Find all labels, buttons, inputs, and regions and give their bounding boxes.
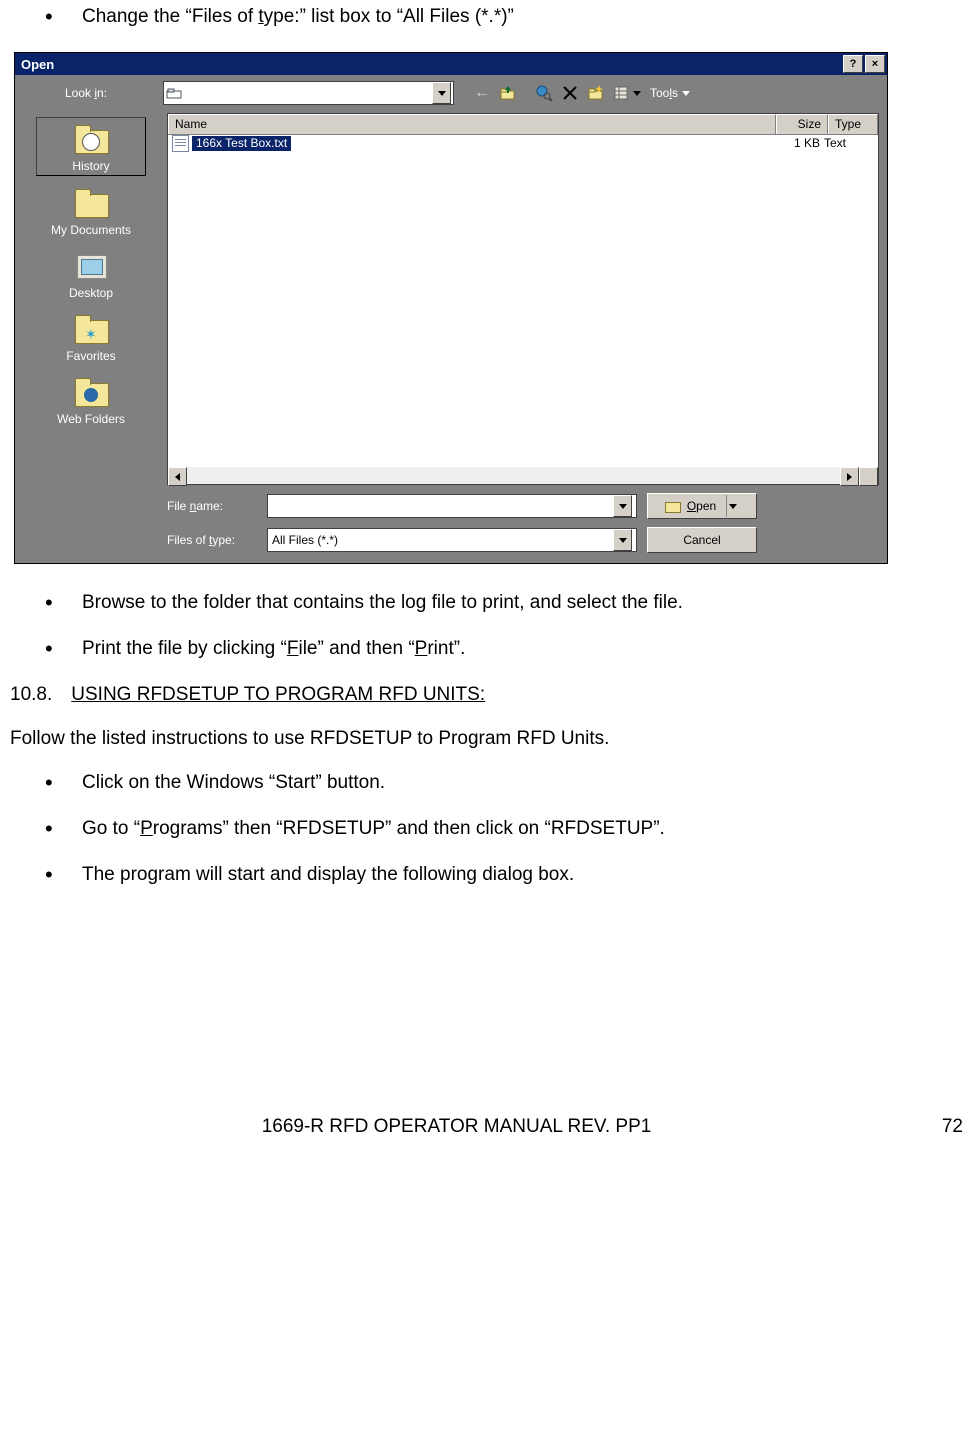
cancel-button[interactable]: Cancel (647, 527, 757, 553)
open-dialog: Open ? × Look in: ← (14, 52, 888, 564)
size-grip (859, 467, 878, 486)
col-name[interactable]: Name (168, 114, 776, 134)
bullet-item: Browse to the folder that contains the l… (45, 592, 963, 614)
file-list[interactable]: Name Size Type 166x Test Box.txt 1 KB Te… (167, 113, 879, 485)
toolbar-buttons: ← Tools (470, 82, 694, 104)
tools-menu[interactable]: Tools (646, 82, 694, 104)
place-history[interactable]: History (36, 117, 146, 176)
bottom-bullets: Click on the Windows “Start” button. Go … (45, 772, 963, 886)
section-heading: 10.8. USING RFDSETUP TO PROGRAM RFD UNIT… (10, 684, 963, 706)
place-mydocuments[interactable]: My Documents (37, 182, 145, 239)
section-number: 10.8. (10, 684, 66, 706)
page-number: 72 (903, 1116, 963, 1138)
bullet-item: Print the file by clicking “File” and th… (45, 638, 963, 660)
views-button[interactable] (610, 82, 644, 104)
file-size: 1 KB (768, 136, 820, 150)
filename-label: File name: (167, 499, 257, 513)
place-label: Desktop (37, 286, 145, 300)
filetype-label: Files of type: (167, 533, 257, 547)
close-button[interactable]: × (865, 55, 885, 73)
filename-drop[interactable] (613, 495, 632, 517)
titlebar[interactable]: Open ? × (15, 53, 887, 75)
file-name[interactable]: 166x Test Box.txt (192, 136, 291, 151)
search-web-button[interactable] (532, 82, 556, 104)
place-desktop[interactable]: Desktop (37, 245, 145, 302)
footer-text: 1669-R RFD OPERATOR MANUAL REV. PP1 (10, 1116, 903, 1138)
bullet-item: Go to “Programs” then “RFDSETUP” and the… (45, 818, 963, 840)
dialog-title: Open (21, 57, 841, 72)
help-button[interactable]: ? (843, 55, 863, 73)
filetype-value: All Files (*.*) (272, 533, 338, 547)
delete-button[interactable] (558, 82, 582, 104)
lookin-combo[interactable] (163, 81, 454, 105)
lookin-drop[interactable] (432, 82, 451, 104)
place-label: My Documents (37, 223, 145, 237)
place-favorites[interactable]: ✶ Favorites (37, 308, 145, 365)
filetype-combo[interactable]: All Files (*.*) (267, 528, 637, 552)
back-button[interactable]: ← (470, 82, 494, 104)
horizontal-scrollbar[interactable] (168, 467, 878, 484)
file-row[interactable]: 166x Test Box.txt 1 KB Text (168, 135, 878, 151)
open-split[interactable] (726, 495, 739, 517)
col-type[interactable]: Type (828, 114, 878, 134)
filetype-row: Files of type: All Files (*.*) Cancel (167, 527, 879, 553)
place-webfolders[interactable]: Web Folders (37, 371, 145, 428)
top-bullets: Change the “Files of type:” list box to … (45, 6, 963, 28)
scroll-track[interactable] (187, 467, 840, 484)
bullet-item: The program will start and display the f… (45, 864, 963, 886)
place-label: Favorites (37, 349, 145, 363)
mid-bullets: Browse to the folder that contains the l… (45, 592, 963, 660)
col-size[interactable]: Size (776, 114, 828, 134)
filename-row: File name: Open (167, 493, 879, 519)
intro-text: Follow the listed instructions to use RF… (10, 728, 963, 750)
new-folder-button[interactable] (584, 82, 608, 104)
up-one-level-button[interactable] (496, 82, 520, 104)
scroll-right-button[interactable] (840, 467, 859, 486)
open-folder-icon (665, 500, 681, 512)
place-label: Web Folders (37, 412, 145, 426)
lookin-row: Look in: ← (15, 75, 887, 107)
places-bar: History My Documents Desktop ✶ Favorites… (15, 113, 167, 563)
lookin-label: Look in: (65, 86, 155, 100)
filename-input[interactable] (267, 494, 637, 518)
bullet-item: Click on the Windows “Start” button. (45, 772, 963, 794)
scroll-left-button[interactable] (168, 467, 187, 486)
drive-icon (166, 85, 182, 101)
filetype-drop[interactable] (613, 529, 632, 551)
list-header[interactable]: Name Size Type (168, 114, 878, 135)
place-label: History (37, 159, 145, 173)
bullet-item: Change the “Files of type:” list box to … (45, 6, 963, 28)
section-title: USING RFDSETUP TO PROGRAM RFD UNITS: (71, 684, 485, 705)
open-button[interactable]: Open (647, 493, 757, 519)
page-footer: 1669-R RFD OPERATOR MANUAL REV. PP1 72 (10, 1116, 963, 1138)
text-file-icon (172, 135, 189, 152)
file-type: Text (820, 136, 874, 150)
